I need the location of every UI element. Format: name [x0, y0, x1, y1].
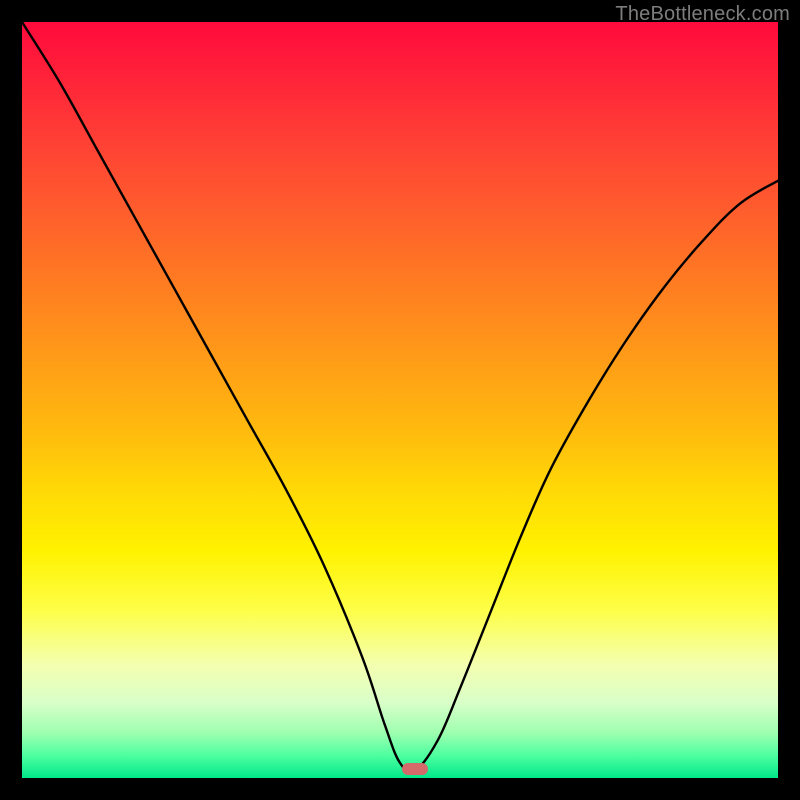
watermark-text: TheBottleneck.com	[615, 3, 790, 26]
optimum-marker	[402, 763, 428, 775]
bottleneck-curve	[22, 22, 778, 778]
chart-frame: TheBottleneck.com	[0, 0, 800, 800]
curve-path	[22, 22, 778, 772]
